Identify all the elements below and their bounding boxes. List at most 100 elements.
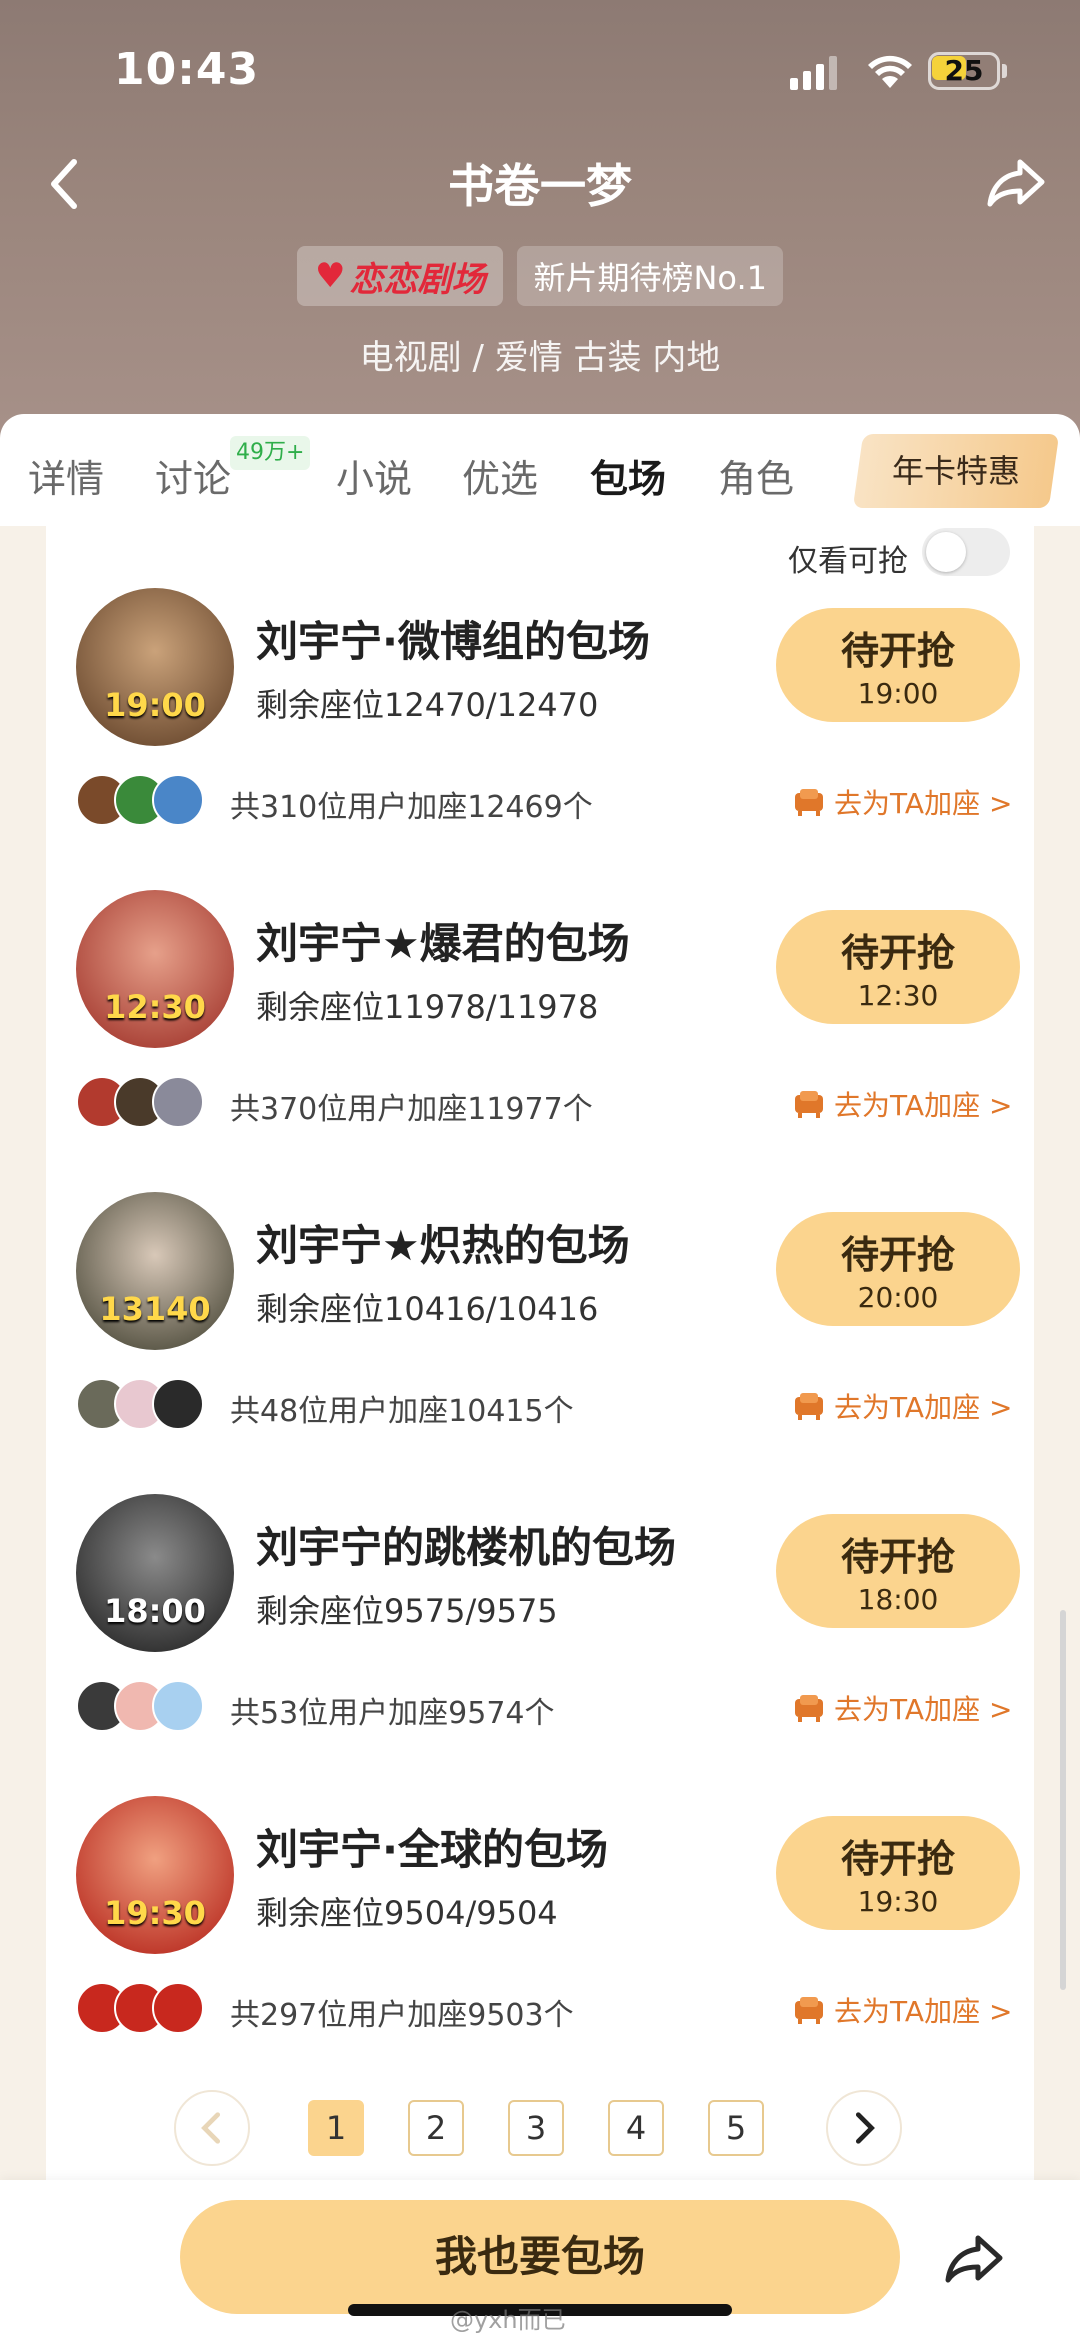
tab-bar: 详情 讨论 49万+ 小说 优选 包场 角色 年卡特惠 — [0, 414, 1080, 526]
joined-user-avatars — [76, 1982, 206, 2036]
join-seat-link-label: 去为TA加座 > — [834, 1995, 1013, 2028]
avatar-time-label: 18:00 — [104, 1592, 206, 1630]
join-seat-link-label: 去为TA加座 > — [834, 787, 1013, 820]
tab-characters[interactable]: 角色 — [718, 448, 794, 503]
battery-icon: 25 — [928, 52, 1008, 90]
page-title: 书卷一梦 — [448, 159, 632, 213]
list-item[interactable]: 12:30 刘宇宁★爆君的包场 剩余座位11978/11978 待开抢 12:3… — [46, 828, 1034, 1130]
join-count: 共310位用户加座12469个 — [230, 790, 593, 825]
joined-user-avatars — [76, 774, 206, 828]
join-seat-link-label: 去为TA加座 > — [834, 1089, 1013, 1122]
grab-button-label: 待开抢 — [840, 1837, 955, 1881]
discussion-count-badge: 49万+ — [230, 436, 311, 470]
share-icon[interactable] — [984, 150, 1048, 214]
page-3[interactable]: 3 — [508, 2100, 564, 2156]
user-avatar — [152, 1680, 204, 1732]
grab-button-label: 待开抢 — [840, 1535, 955, 1579]
joined-user-avatars — [76, 1680, 206, 1734]
pagination: 1 2 3 4 5 — [46, 2090, 1034, 2170]
screening-avatar: 13140 — [76, 1192, 234, 1350]
join-seat-link[interactable]: 去为TA加座 > — [792, 1990, 1012, 2030]
grab-button[interactable]: 待开抢 12:30 — [776, 910, 1020, 1024]
tab-novel[interactable]: 小说 — [336, 448, 412, 503]
tab-discussion[interactable]: 讨论 — [155, 448, 231, 503]
tab-private-screening[interactable]: 包场 — [590, 448, 666, 503]
page-5[interactable]: 5 — [708, 2100, 764, 2156]
join-seat-link[interactable]: 去为TA加座 > — [792, 782, 1012, 822]
screening-list: 仅看可抢 19:00 刘宇宁·微博组的包场 剩余座位12470/12470 待开… — [46, 526, 1034, 2186]
remaining-seats: 剩余座位12470/12470 — [256, 686, 599, 724]
status-bar: 10:43 25 — [0, 0, 1080, 140]
avatar-time-label: 19:30 — [104, 1894, 206, 1932]
grab-button-label: 待开抢 — [840, 931, 955, 975]
screening-title: 刘宇宁的跳楼机的包场 — [256, 1523, 677, 1572]
tab-details[interactable]: 详情 — [28, 448, 104, 503]
grab-button[interactable]: 待开抢 18:00 — [776, 1514, 1020, 1628]
join-count: 共370位用户加座11977个 — [230, 1092, 593, 1127]
brand-heart-icon: ♥ — [315, 256, 346, 296]
brand-tag-label: 恋恋剧场 — [349, 259, 486, 300]
tab-picks[interactable]: 优选 — [462, 448, 538, 503]
screening-avatar: 19:30 — [76, 1796, 234, 1954]
grab-button[interactable]: 待开抢 20:00 — [776, 1212, 1020, 1326]
avatar-time-label: 12:30 — [104, 988, 206, 1026]
user-avatar — [152, 1982, 204, 2034]
joined-user-avatars — [76, 1378, 206, 1432]
joined-user-avatars — [76, 1076, 206, 1130]
join-seat-link[interactable]: 去为TA加座 > — [792, 1688, 1012, 1728]
avatar-time-label: 13140 — [99, 1290, 211, 1328]
list-item[interactable]: 19:00 刘宇宁·微博组的包场 剩余座位12470/12470 待开抢 19:… — [46, 526, 1034, 828]
join-seat-link[interactable]: 去为TA加座 > — [792, 1386, 1012, 1426]
grab-time: 19:00 — [857, 677, 939, 710]
page-1[interactable]: 1 — [308, 2100, 364, 2156]
screening-avatar: 19:00 — [76, 588, 234, 746]
brand-tag[interactable]: ♥ 恋恋剧场 — [297, 246, 504, 306]
screening-title: 刘宇宁·全球的包场 — [256, 1825, 608, 1874]
battery-level: 25 — [944, 54, 984, 87]
remaining-seats: 剩余座位11978/11978 — [256, 988, 599, 1026]
screening-title: 刘宇宁★炽热的包场 — [256, 1221, 630, 1270]
next-page-icon[interactable] — [826, 2090, 902, 2166]
grab-button-label: 待开抢 — [840, 629, 955, 673]
user-avatar — [152, 1378, 204, 1430]
prev-page-icon[interactable] — [174, 2090, 250, 2166]
page-4[interactable]: 4 — [608, 2100, 664, 2156]
grab-time: 20:00 — [857, 1281, 939, 1314]
list-item[interactable]: 19:30 刘宇宁·全球的包场 剩余座位9504/9504 待开抢 19:30 … — [46, 1734, 1034, 2036]
join-count: 共48位用户加座10415个 — [230, 1394, 574, 1429]
seat-icon — [795, 1695, 823, 1722]
remaining-seats: 剩余座位9504/9504 — [256, 1894, 558, 1932]
grab-button[interactable]: 待开抢 19:00 — [776, 608, 1020, 722]
join-count: 共53位用户加座9574个 — [230, 1696, 555, 1731]
screening-avatar: 18:00 — [76, 1494, 234, 1652]
remaining-seats: 剩余座位9575/9575 — [256, 1592, 558, 1630]
seat-icon — [795, 1091, 823, 1118]
join-seat-link-label: 去为TA加座 > — [834, 1693, 1013, 1726]
rank-tag[interactable]: 新片期待榜No.1 — [517, 246, 783, 306]
cellular-signal-icon — [790, 56, 837, 90]
seat-icon — [795, 789, 823, 816]
page-2[interactable]: 2 — [408, 2100, 464, 2156]
wifi-icon — [868, 55, 912, 88]
remaining-seats: 剩余座位10416/10416 — [256, 1290, 599, 1328]
screening-title: 刘宇宁★爆君的包场 — [256, 919, 630, 968]
genre-text: 电视剧 / 爱情 古装 内地 — [359, 338, 721, 378]
screening-title: 刘宇宁·微博组的包场 — [256, 617, 650, 666]
grab-button[interactable]: 待开抢 19:30 — [776, 1816, 1020, 1930]
seat-icon — [795, 1393, 823, 1420]
grab-time: 19:30 — [857, 1885, 939, 1918]
join-seat-link-label: 去为TA加座 > — [834, 1391, 1013, 1424]
list-item[interactable]: 13140 刘宇宁★炽热的包场 剩余座位10416/10416 待开抢 20:0… — [46, 1130, 1034, 1432]
tag-row: ♥ 恋恋剧场 新片期待榜No.1 — [0, 246, 1080, 306]
user-avatar — [152, 1076, 204, 1128]
annual-card-button[interactable]: 年卡特惠 — [858, 434, 1054, 508]
list-item[interactable]: 18:00 刘宇宁的跳楼机的包场 剩余座位9575/9575 待开抢 18:00… — [46, 1432, 1034, 1734]
status-time: 10:43 — [114, 44, 260, 95]
book-screening-button[interactable]: 我也要包场 — [180, 2200, 900, 2314]
scrollbar — [1060, 1610, 1066, 1990]
share-icon[interactable] — [942, 2226, 1006, 2290]
avatar-time-label: 19:00 — [104, 686, 206, 724]
grab-time: 18:00 — [857, 1583, 939, 1616]
join-seat-link[interactable]: 去为TA加座 > — [792, 1084, 1012, 1124]
grab-time: 12:30 — [857, 979, 939, 1012]
